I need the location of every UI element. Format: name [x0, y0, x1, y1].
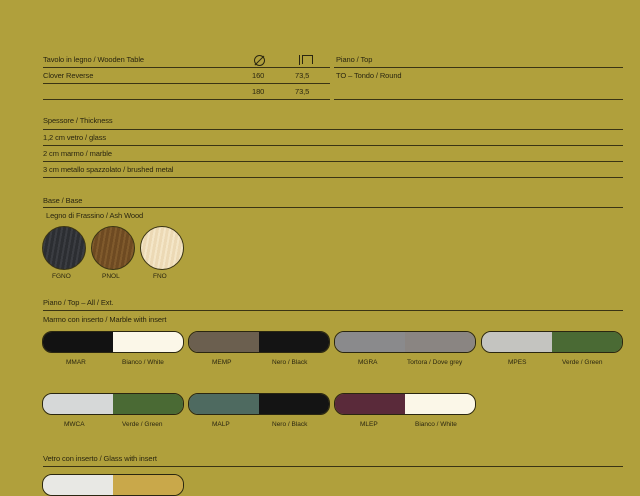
swatch-label: FGNO — [52, 273, 71, 280]
thickness-header: Spessore / Thickness — [43, 116, 113, 125]
top-ext-header: Piano / Top – All / Ext. — [43, 298, 114, 307]
pill-glass[interactable] — [42, 474, 184, 496]
pill-code: MMAR — [66, 359, 86, 366]
glass-header: Vetro con inserto / Glass with insert — [43, 454, 157, 463]
pill-insert: Verde / Green — [562, 359, 603, 366]
base-header: Base / Base — [43, 196, 83, 205]
pill-code: MGRA — [358, 359, 378, 366]
pill-right — [113, 332, 183, 352]
swatch-fgno[interactable] — [42, 226, 86, 270]
thickness-item: 3 cm metallo spazzolato / brushed metal — [43, 165, 174, 174]
pill-right — [552, 332, 622, 352]
swatch-pnol[interactable] — [91, 226, 135, 270]
pill-left — [335, 332, 405, 352]
pill-left — [335, 394, 405, 414]
pill-right — [113, 394, 183, 414]
table-row-name: Clover Reverse — [43, 71, 94, 80]
pill-insert: Nero / Black — [272, 359, 308, 366]
swatch-label: PNOL — [102, 273, 120, 280]
pill-left — [189, 394, 259, 414]
pill-mgra[interactable] — [334, 331, 476, 353]
pill-code: MALP — [212, 421, 230, 428]
pill-insert: Bianco / White — [122, 359, 164, 366]
pill-left — [43, 475, 113, 495]
table-row-height: 73,5 — [295, 87, 310, 96]
pill-left — [482, 332, 552, 352]
pill-insert: Verde / Green — [122, 421, 163, 428]
table-row-height: 73,5 — [295, 71, 310, 80]
table-row-diameter: 160 — [252, 71, 265, 80]
pill-left — [43, 394, 113, 414]
pill-malp[interactable] — [188, 393, 330, 415]
thickness-item: 2 cm marmo / marble — [43, 149, 112, 158]
pill-insert: Tortora / Dove grey — [407, 359, 463, 366]
pill-insert: Nero / Black — [272, 421, 308, 428]
diameter-icon — [254, 55, 265, 66]
height-icon — [299, 55, 313, 65]
pill-right — [259, 394, 329, 414]
thickness-item: 1,2 cm vetro / glass — [43, 133, 107, 142]
pill-mwca[interactable] — [42, 393, 184, 415]
pill-left — [43, 332, 113, 352]
swatch-fno[interactable] — [140, 226, 184, 270]
pill-code: MEMP — [212, 359, 232, 366]
pill-mmar[interactable] — [42, 331, 184, 353]
swatch-label: FNO — [153, 273, 167, 280]
pill-mlep[interactable] — [334, 393, 476, 415]
top-ext-sub: Marmo con inserto / Marble with insert — [43, 315, 167, 324]
pill-right — [259, 332, 329, 352]
pill-code: MLEP — [360, 421, 378, 428]
pill-code: MWCA — [64, 421, 85, 428]
pill-right — [113, 475, 183, 495]
table-row-diameter: 180 — [252, 87, 265, 96]
pill-code: MPES — [508, 359, 527, 366]
top-value: TO – Tondo / Round — [336, 71, 402, 80]
pill-right — [405, 394, 475, 414]
top-header: Piano / Top — [336, 55, 373, 64]
table-header: Tavolo in legno / Wooden Table — [43, 55, 144, 64]
pill-memp[interactable] — [188, 331, 330, 353]
pill-right — [405, 332, 475, 352]
pill-left — [189, 332, 259, 352]
pill-mpes[interactable] — [481, 331, 623, 353]
base-sub: Legno di Frassino / Ash Wood — [46, 211, 144, 220]
pill-insert: Bianco / White — [415, 421, 457, 428]
